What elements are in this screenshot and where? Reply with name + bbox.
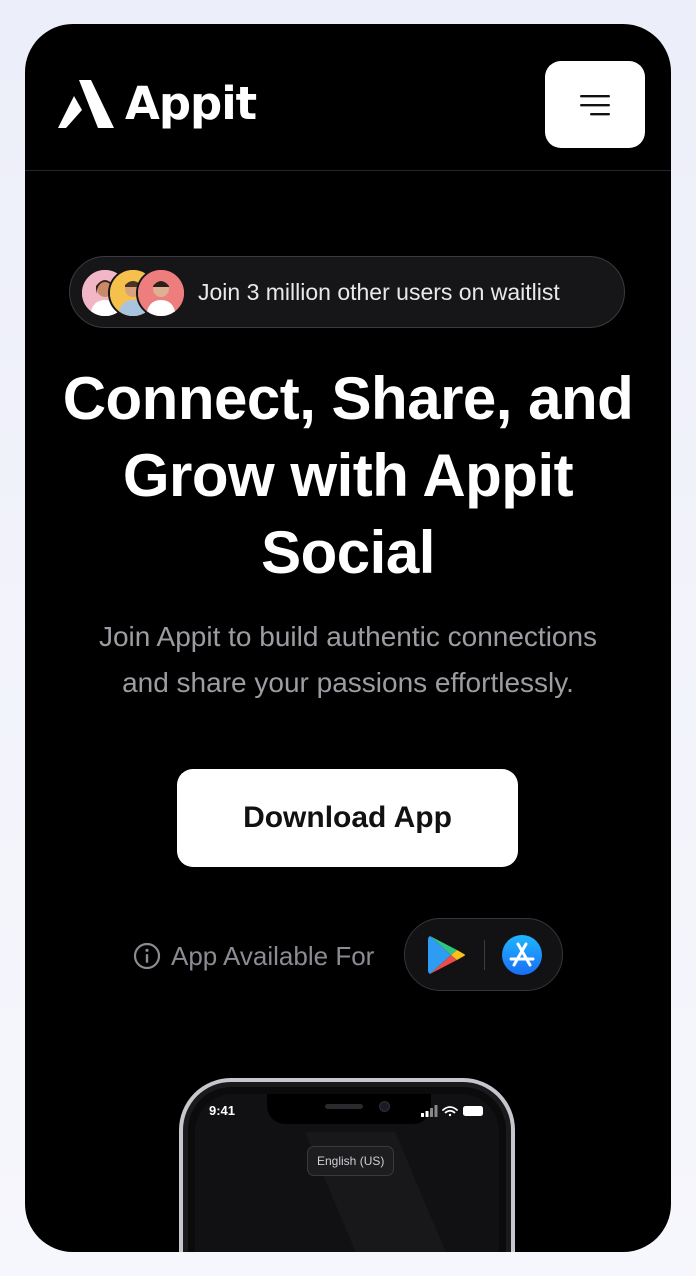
site-header: Appit (25, 24, 671, 171)
battery-icon (463, 1106, 483, 1116)
avatar (136, 268, 186, 318)
status-icons (421, 1105, 483, 1117)
speaker (325, 1104, 363, 1109)
headline-line: Connect, Share, and (62, 365, 634, 432)
brand-logo[interactable]: Appit (57, 77, 257, 130)
headline-line: Grow with Appit (122, 442, 574, 509)
appit-logo-icon (58, 80, 114, 128)
menu-button[interactable] (545, 61, 645, 148)
subtitle-line: and share your passions effortlessly. (122, 667, 574, 698)
availability-info: App Available For (133, 934, 374, 978)
signal-icon (421, 1105, 438, 1117)
hamburger-menu-icon (580, 94, 610, 115)
app-frame: Appit Join 3 million other users on wait… (25, 24, 671, 1252)
download-app-button[interactable]: Download App (177, 769, 518, 867)
dynamic-island (267, 1094, 431, 1124)
waitlist-badge[interactable]: Join 3 million other users on waitlist (69, 256, 625, 328)
google-play-icon[interactable] (427, 934, 467, 976)
availability-label: App Available For (171, 940, 375, 971)
info-icon (133, 942, 161, 970)
subtitle-line: Join Appit to build authentic connection… (98, 621, 598, 652)
camera (379, 1101, 390, 1112)
divider (484, 940, 485, 970)
headline-line: Social (261, 519, 435, 586)
page-title: Connect, Share, and Grow with Appit Soci… (25, 360, 671, 591)
user-avatars (80, 268, 188, 318)
phone-mockup: 9:41 English (US) (179, 1078, 515, 1252)
waitlist-text: Join 3 million other users on waitlist (198, 279, 560, 305)
phone-screen: 9:41 English (US) (195, 1094, 499, 1252)
status-time: 9:41 (209, 1103, 236, 1118)
wifi-icon (442, 1106, 458, 1117)
language-selector[interactable]: English (US) (307, 1146, 395, 1176)
brand-name: Appit (125, 77, 257, 130)
app-store-icon[interactable] (501, 934, 543, 976)
store-badges (404, 918, 563, 991)
hero-subtitle: Join Appit to build authentic connection… (45, 614, 651, 706)
